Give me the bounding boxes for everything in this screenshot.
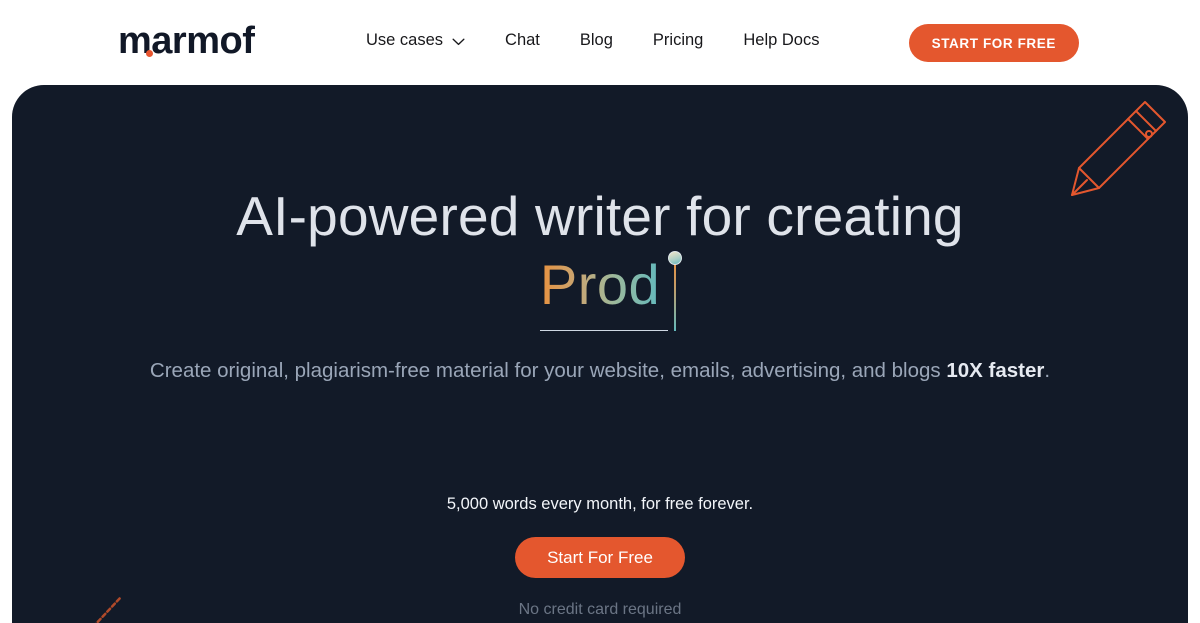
hero-headline: AI-powered writer for creating <box>236 185 964 247</box>
brand-logo-text: marmof <box>118 20 255 62</box>
chevron-down-icon <box>452 38 465 46</box>
hero-start-for-free-button[interactable]: Start For Free <box>515 537 685 578</box>
nav-item-blog-label: Blog <box>579 31 613 49</box>
nav-item-chat-label: Chat <box>505 31 540 49</box>
landing-page: marmof Use cases Chat Blog Pricing Help … <box>0 0 1200 623</box>
main-navigation: Use cases Chat Blog Pricing Help Docs <box>366 31 839 50</box>
hero-subtitle-highlight: 10X faster <box>946 359 1045 382</box>
nav-item-pricing-label: Pricing <box>652 31 704 49</box>
nav-item-use-cases-label: Use cases <box>366 31 444 49</box>
hero-typed-underline <box>539 329 669 331</box>
nav-item-use-cases[interactable]: Use cases <box>366 31 485 50</box>
site-header: marmof Use cases Chat Blog Pricing Help … <box>0 0 1200 85</box>
hero-section: AI-powered writer for creating Prod Crea… <box>12 85 1188 623</box>
hero-free-words-note: 5,000 words every month, for free foreve… <box>446 495 754 513</box>
nav-item-chat[interactable]: Chat <box>485 31 560 50</box>
brand-logo[interactable]: marmof <box>118 20 255 62</box>
typing-caret-icon <box>673 259 677 331</box>
nav-item-help-docs-label: Help Docs <box>743 31 820 49</box>
hero-typing-animation: Prod <box>12 251 1188 331</box>
hero-subtitle-part2: . <box>1044 359 1051 382</box>
typing-caret-dot-icon <box>668 251 683 265</box>
nav-item-help-docs[interactable]: Help Docs <box>723 31 839 50</box>
hero-no-credit-card-note: No credit card required <box>518 601 682 618</box>
nav-item-pricing[interactable]: Pricing <box>633 31 723 50</box>
brand-logo-dot-icon <box>146 50 153 57</box>
hero-typed-word: Prod <box>539 253 661 316</box>
nav-item-blog[interactable]: Blog <box>560 31 633 50</box>
header-start-for-free-button[interactable]: START FOR FREE <box>908 24 1079 62</box>
hero-subtitle: Create original, plagiarism-free materia… <box>12 356 1188 385</box>
hero-cta-wrapper: Start For Free <box>12 537 1188 578</box>
hero-subtitle-part1: Create original, plagiarism-free materia… <box>149 359 947 382</box>
